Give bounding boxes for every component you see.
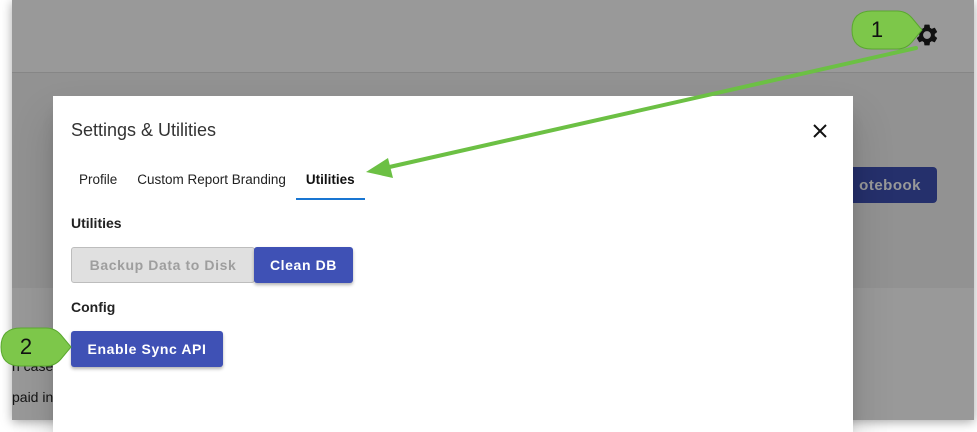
- utilities-heading: Utilities: [71, 215, 122, 231]
- config-heading: Config: [71, 299, 116, 315]
- tab-custom-report-branding[interactable]: Custom Report Branding: [127, 162, 296, 198]
- gear-icon[interactable]: [914, 22, 940, 48]
- settings-dialog: Settings & Utilities Profile Custom Repo…: [53, 96, 853, 432]
- tab-utilities[interactable]: Utilities: [295, 162, 365, 200]
- step-2-label: 2: [19, 334, 33, 359]
- tab-bar: Profile Custom Report Branding Utilities: [69, 162, 365, 200]
- close-icon[interactable]: [805, 116, 835, 146]
- backup-data-button[interactable]: Backup Data to Disk: [71, 247, 255, 283]
- dialog-title: Settings & Utilities: [71, 120, 217, 140]
- clean-db-button[interactable]: Clean DB: [254, 247, 353, 283]
- enable-sync-api-button[interactable]: Enable Sync API: [71, 331, 223, 367]
- tab-profile[interactable]: Profile: [69, 162, 127, 198]
- clean-db-button-label: Clean DB: [269, 257, 338, 273]
- enable-sync-api-button-label: Enable Sync API: [87, 341, 207, 357]
- step-1-label: 1: [870, 17, 884, 42]
- backup-data-button-label: Backup Data to Disk: [89, 257, 237, 273]
